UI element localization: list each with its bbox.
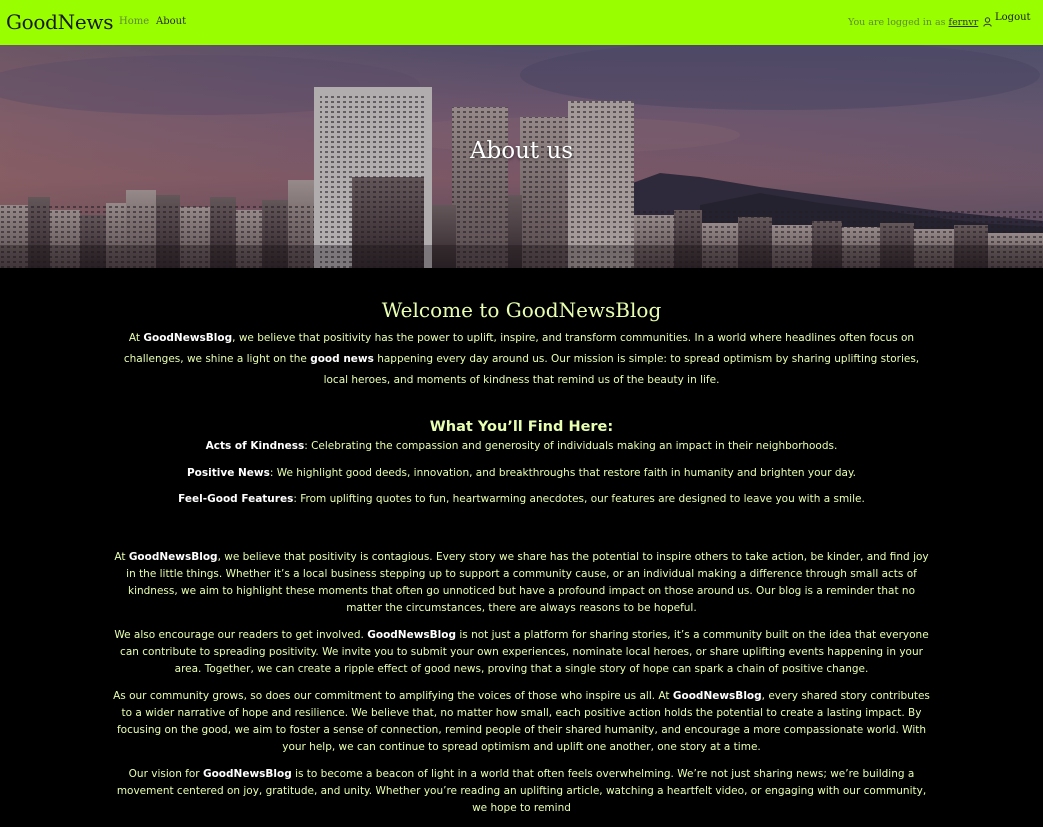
about-content: Welcome to GoodNewsBlog At GoodNewsBlog,… bbox=[110, 268, 933, 827]
nav-link-home[interactable]: Home bbox=[119, 16, 149, 27]
intro-text: At bbox=[128, 332, 144, 344]
username-link[interactable]: fernvr bbox=[949, 17, 979, 28]
feature-text: : We highlight good deeds, innovation, a… bbox=[269, 466, 857, 479]
body-paragraph: We also encourage our readers to get inv… bbox=[110, 627, 933, 678]
paragraph-text: , we believe that positivity is contagio… bbox=[126, 550, 929, 614]
brand-logo[interactable]: GoodNews bbox=[6, 10, 113, 34]
paragraph-text: As our community grows, so does our comm… bbox=[113, 689, 673, 702]
top-navbar: GoodNews Home About You are logged in as… bbox=[0, 0, 1043, 45]
nav-link-about[interactable]: About bbox=[156, 16, 186, 27]
paragraph-text: At bbox=[114, 550, 129, 563]
feature-item-kindness: Acts of Kindness: Celebrating the compas… bbox=[110, 439, 933, 454]
hero-title: About us bbox=[469, 138, 574, 164]
feature-label: Acts of Kindness bbox=[205, 440, 305, 452]
feature-item-positive-news: Positive News: We highlight good deeds, … bbox=[110, 466, 933, 481]
features-title: What You’ll Find Here: bbox=[429, 419, 614, 435]
hero-banner: About us bbox=[0, 45, 1043, 268]
body-paragraph: At GoodNewsBlog, we believe that positiv… bbox=[110, 549, 933, 617]
logout-link[interactable]: Logout bbox=[995, 12, 1031, 23]
feature-label: Feel-Good Features bbox=[178, 493, 294, 505]
user-icon[interactable] bbox=[983, 17, 992, 30]
paragraph-text: We also encourage our readers to get inv… bbox=[114, 628, 368, 641]
login-status-text: You are logged in as bbox=[848, 17, 946, 28]
login-status: You are logged in as fernvr bbox=[848, 17, 992, 30]
body-paragraph: Our vision for GoodNewsBlog is to become… bbox=[110, 766, 933, 817]
paragraph-brand: GoodNewsBlog bbox=[672, 689, 762, 702]
intro-highlight: good news bbox=[310, 353, 374, 365]
intro-brand: GoodNewsBlog bbox=[143, 332, 233, 344]
feature-item-feel-good: Feel-Good Features: From uplifting quote… bbox=[110, 492, 933, 507]
intro-paragraph: At GoodNewsBlog, we believe that positiv… bbox=[110, 328, 933, 391]
intro-text: happening every day around us. Our missi… bbox=[323, 353, 920, 386]
paragraph-brand: GoodNewsBlog bbox=[202, 767, 292, 780]
body-paragraph: As our community grows, so does our comm… bbox=[110, 688, 933, 756]
paragraph-brand: GoodNewsBlog bbox=[128, 550, 218, 563]
feature-text: : From uplifting quotes to fun, heartwar… bbox=[293, 493, 865, 505]
feature-label: Positive News bbox=[186, 466, 270, 479]
paragraph-brand: GoodNewsBlog bbox=[367, 628, 456, 641]
paragraph-text: Our vision for bbox=[128, 767, 203, 780]
feature-text: : Celebrating the compassion and generos… bbox=[304, 440, 838, 452]
welcome-title: Welcome to GoodNewsBlog bbox=[381, 298, 662, 322]
